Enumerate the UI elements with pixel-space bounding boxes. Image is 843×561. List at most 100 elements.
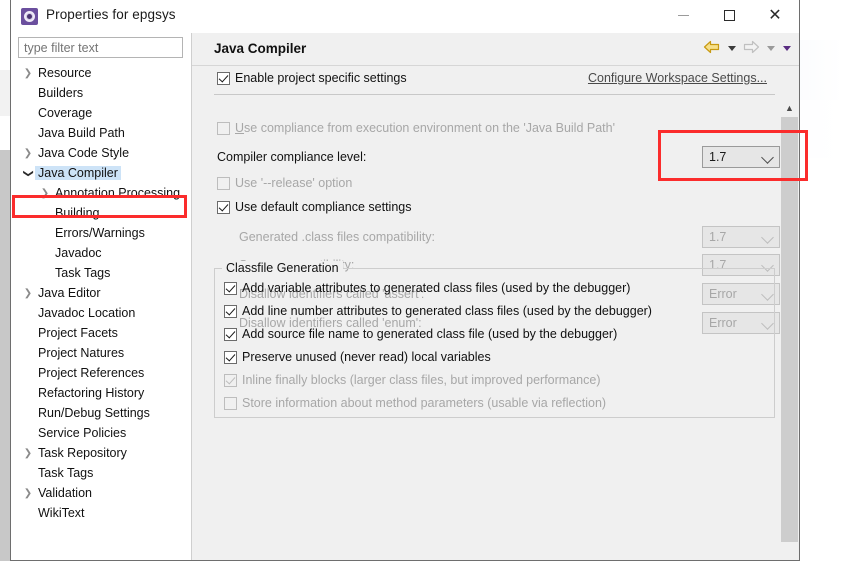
classfile-option-label: Add line number attributes to generated … — [242, 304, 652, 318]
settings-tree[interactable]: ❯ Resource Builders Coverage Java Build Path… — [11, 63, 191, 560]
classfile-option-label: Preserve unused (never read) local varia… — [242, 350, 491, 364]
page-nav-toolbar — [702, 39, 793, 57]
properties-gear-icon — [21, 8, 38, 25]
maximize-button[interactable] — [706, 0, 752, 31]
generated-class-compat-label-wrap: Generated .class files compatibility: — [239, 230, 435, 244]
checkbox-box-icon — [224, 350, 237, 364]
chevron-right-icon[interactable]: ❯ — [38, 188, 52, 199]
sidebar-item-task-tags[interactable]: Task Tags — [11, 263, 191, 283]
use-default-compliance-label: Use default compliance settings — [235, 200, 412, 214]
forward-arrow-icon — [741, 39, 761, 57]
sidebar-item-task-repository[interactable]: ❯ Task Repository — [11, 443, 191, 463]
chevron-down-icon — [761, 231, 774, 244]
checkbox-box-icon — [224, 304, 237, 318]
header-divider — [214, 94, 775, 95]
sidebar-item-project-references[interactable]: Project References — [11, 363, 191, 383]
scrollbar-track[interactable] — [781, 542, 798, 560]
scroll-up-chevron-up-icon[interactable]: ▲ — [781, 99, 798, 116]
settings-page-pane: Java Compiler Enable project specific se… — [192, 33, 799, 560]
close-button[interactable]: ✕ — [752, 0, 798, 31]
sidebar-item-label: Building — [55, 206, 100, 220]
sidebar-item-annotation-processing[interactable]: ❯ Annotation Processing — [11, 183, 191, 203]
generated-class-compat-combo: 1.7 — [702, 226, 780, 248]
sidebar-item-label: Java Editor — [38, 286, 101, 300]
sidebar-item-label: Javadoc — [55, 246, 102, 260]
enable-project-settings-checkbox[interactable]: Enable project specific settings — [217, 71, 407, 85]
sidebar-item-label: Task Tags — [38, 466, 94, 480]
sidebar-item-label: Java Build Path — [38, 126, 125, 140]
sidebar-item-java-compiler[interactable]: ❯ Java Compiler — [11, 163, 191, 183]
chevron-right-icon[interactable]: ❯ — [21, 448, 35, 459]
classfile-generation-legend: Classfile Generation — [222, 261, 343, 275]
use-compliance-from-ee-label: Use compliance from execution environmen… — [235, 121, 615, 135]
use-default-compliance-checkbox[interactable]: Use default compliance settings — [217, 200, 411, 214]
checkbox-box-icon — [217, 71, 230, 85]
page-content: Enable project specific settings Configu… — [192, 66, 799, 560]
sidebar-item-label: Project Facets — [38, 326, 118, 340]
sidebar-item-java-code-style[interactable]: ❯ Java Code Style — [11, 143, 191, 163]
classfile-option-6[interactable]: Store information about method parameter… — [224, 396, 606, 410]
classfile-option-4[interactable]: Preserve unused (never read) local varia… — [224, 350, 491, 364]
sidebar-item-building[interactable]: Building — [11, 203, 191, 223]
chevron-right-icon[interactable]: ❯ — [21, 148, 35, 159]
chevron-right-icon[interactable]: ❯ — [21, 68, 35, 79]
chevron-right-icon[interactable]: ❯ — [21, 288, 35, 299]
sidebar-item-resource[interactable]: ❯ Resource — [11, 63, 191, 83]
use-compliance-from-ee-checkbox[interactable]: Use compliance from execution environmen… — [217, 121, 615, 135]
checkbox-box-icon — [224, 281, 237, 295]
sidebar-item-label: WikiText — [38, 506, 85, 520]
checkbox-box-icon — [224, 373, 237, 387]
sidebar-item-service-policies[interactable]: Service Policies — [11, 423, 191, 443]
background-left-grey — [0, 150, 10, 561]
compiler-compliance-level-label-wrap: Compiler compliance level: — [217, 150, 366, 164]
sidebar-item-javadoc[interactable]: Javadoc — [11, 243, 191, 263]
classfile-option-label: Store information about method parameter… — [242, 396, 607, 410]
generated-class-compat-value: 1.7 — [709, 230, 727, 244]
compiler-compliance-level-combo[interactable]: 1.7 — [702, 146, 780, 168]
sidebar-item-label: Java Compiler — [35, 166, 121, 180]
chevron-right-icon[interactable]: ❯ — [21, 488, 35, 499]
sidebar-item-java-editor[interactable]: ❯ Java Editor — [11, 283, 191, 303]
sidebar-item-label: Resource — [38, 66, 92, 80]
enable-project-settings-label: Enable project specific settings — [235, 71, 407, 85]
checkbox-box-icon — [217, 176, 230, 190]
sidebar-item-builders[interactable]: Builders — [11, 83, 191, 103]
back-history-chevron-down-icon[interactable] — [725, 39, 738, 57]
classfile-option-label: Add variable attributes to generated cla… — [242, 281, 631, 295]
configure-workspace-settings-link[interactable]: Configure Workspace Settings... — [588, 71, 767, 85]
sidebar-item-label: Project Natures — [38, 346, 125, 360]
close-icon: ✕ — [768, 6, 782, 24]
chevron-down-icon[interactable]: ❯ — [23, 166, 34, 180]
checkbox-box-icon — [224, 396, 237, 410]
classfile-option-5[interactable]: Inline finally blocks (larger class file… — [224, 373, 600, 387]
sidebar-item-label: Run/Debug Settings — [38, 406, 150, 420]
sidebar-item-label: Task Tags — [55, 266, 111, 280]
view-menu-chevron-down-icon[interactable] — [780, 39, 793, 57]
sidebar-item-java-build-path[interactable]: Java Build Path — [11, 123, 191, 143]
classfile-option-3[interactable]: Add source file name to generated class … — [224, 327, 617, 341]
sidebar-item-refactoring-history[interactable]: Refactoring History — [11, 383, 191, 403]
classfile-option-1[interactable]: Add variable attributes to generated cla… — [224, 281, 630, 295]
filter-input[interactable] — [18, 37, 183, 58]
use-release-option-checkbox[interactable]: Use '--release' option — [217, 176, 352, 190]
minimize-button[interactable] — [660, 0, 706, 31]
sidebar-item-coverage[interactable]: Coverage — [11, 103, 191, 123]
back-arrow-icon[interactable] — [702, 39, 722, 57]
sidebar-item-validation[interactable]: ❯ Validation — [11, 483, 191, 503]
sidebar-item-javadoc-location[interactable]: Javadoc Location — [11, 303, 191, 323]
sidebar-item-label: Builders — [38, 86, 84, 100]
scrollbar-thumb[interactable] — [781, 117, 798, 542]
chevron-down-icon — [761, 151, 774, 164]
sidebar-item-errors-warnings[interactable]: Errors/Warnings — [11, 223, 191, 243]
sidebar-item-wikitext[interactable]: WikiText — [11, 503, 191, 523]
sidebar-item-project-facets[interactable]: Project Facets — [11, 323, 191, 343]
page-vertical-scrollbar[interactable]: ▲ — [781, 99, 798, 560]
forward-history-chevron-down-icon — [764, 39, 777, 57]
dialog-body: ❯ResourceBuildersCoverageJava Build Path… — [11, 33, 799, 560]
checkbox-box-icon — [224, 327, 237, 341]
sidebar-item-project-natures[interactable]: Project Natures — [11, 343, 191, 363]
classfile-option-2[interactable]: Add line number attributes to generated … — [224, 304, 652, 318]
sidebar-item-run-debug-settings[interactable]: Run/Debug Settings — [11, 403, 191, 423]
dialog-titlebar: Properties for epgsys ✕ — [11, 0, 799, 34]
sidebar-item-task-tags[interactable]: Task Tags — [11, 463, 191, 483]
